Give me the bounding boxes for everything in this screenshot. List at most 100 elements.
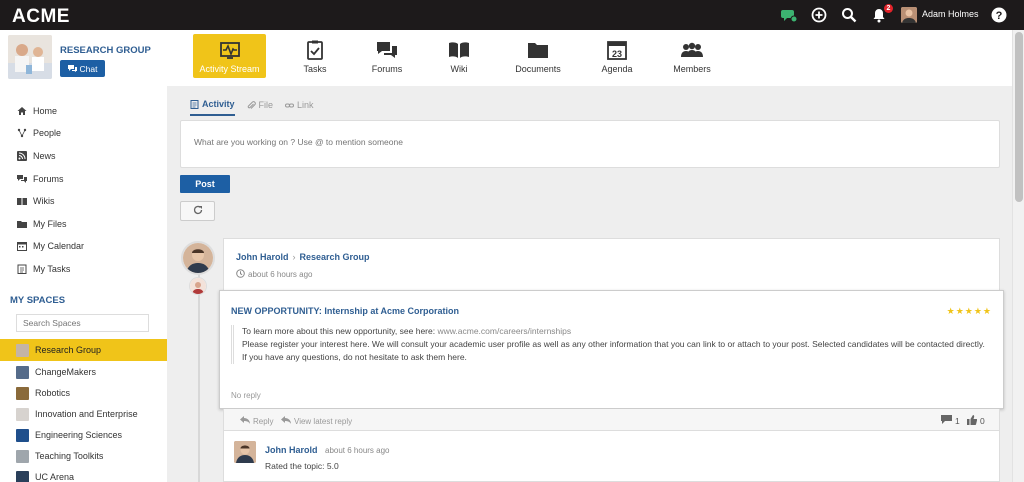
tab-tasks[interactable]: Tasks (295, 34, 335, 78)
tab-label: Agenda (601, 64, 633, 74)
space-item-engineering-sciences[interactable]: Engineering Sciences (0, 424, 167, 446)
tab-label: Tasks (303, 64, 327, 74)
home-icon (17, 106, 27, 116)
topic-title[interactable]: NEW OPPORTUNITY: Internship at Acme Corp… (231, 306, 459, 316)
tab-documents[interactable]: Documents (510, 34, 566, 78)
tab-agenda[interactable]: 23 Agenda (596, 34, 638, 78)
rating-user-avatar[interactable] (189, 277, 207, 295)
document-icon (190, 99, 199, 109)
scrollbar-thumb[interactable] (1015, 32, 1023, 202)
sidebar-item-my-calendar[interactable]: My Calendar (17, 239, 84, 253)
sidebar-item-label: People (33, 128, 62, 138)
space-item-uc-arena[interactable]: UC Arena (0, 466, 167, 482)
topic-line-2: Please register your interest here. We w… (242, 339, 985, 349)
agenda-icon: 23 (606, 39, 628, 61)
space-thumbnail (16, 407, 29, 421)
sidebar-item-label: My Calendar (33, 241, 85, 251)
space-name[interactable]: RESEARCH GROUP (60, 45, 151, 56)
chat-button[interactable]: Chat (60, 60, 105, 77)
brand-logo[interactable]: ACME (12, 6, 70, 28)
sidebar-item-people[interactable]: People (17, 126, 61, 140)
sidebar-item-home[interactable]: Home (17, 104, 57, 118)
space-item-label: Research Group (35, 345, 102, 355)
chat-status-icon[interactable] (781, 7, 798, 23)
comment-author-avatar[interactable] (234, 441, 256, 463)
forum-topic-card[interactable]: NEW OPPORTUNITY: Internship at Acme Corp… (219, 290, 1004, 409)
search-spaces-input[interactable] (16, 314, 149, 332)
activity-author-link[interactable]: John Harold (236, 252, 289, 262)
space-item-innovation-and-enterprise[interactable]: Innovation and Enterprise (0, 403, 167, 425)
topic-line-3: If you have any questions, do not hesita… (242, 352, 467, 362)
paperclip-icon (247, 100, 256, 110)
tab-forums[interactable]: Forums (367, 34, 407, 78)
space-thumbnail (16, 343, 29, 357)
activity-composer-input[interactable] (181, 121, 999, 163)
user-name[interactable]: Adam Holmes (922, 9, 979, 19)
space-item-label: Engineering Sciences (35, 430, 123, 440)
composer-tab-link[interactable]: Link (285, 99, 314, 116)
link-icon (285, 101, 295, 110)
members-icon (681, 39, 703, 61)
search-icon[interactable] (841, 7, 857, 23)
space-logo[interactable] (8, 35, 52, 79)
activity-time-text: about 6 hours ago (248, 270, 313, 279)
author-avatar[interactable] (181, 241, 215, 275)
activity-header: John Harold › Research Group (236, 252, 370, 262)
add-icon[interactable] (811, 7, 827, 23)
help-icon[interactable]: ? (991, 7, 1007, 23)
user-avatar[interactable] (901, 7, 917, 23)
sidebar-item-forums[interactable]: Forums (17, 172, 64, 186)
calendar-icon (17, 241, 27, 251)
comment-author-link[interactable]: John Harold (265, 445, 318, 455)
comment-count-button[interactable]: 1 (941, 415, 960, 426)
activity-card: John Harold › Research Group about 6 hou… (223, 238, 1000, 292)
no-reply-text: No reply (231, 391, 261, 400)
like-button[interactable]: 0 (967, 415, 985, 427)
space-item-teaching-toolkits[interactable]: Teaching Toolkits (0, 445, 167, 467)
sidebar-item-label: Forums (33, 174, 64, 184)
composer-tab-activity[interactable]: Activity (190, 99, 235, 116)
composer-tab-label: File (258, 100, 274, 110)
tab-label: Forums (371, 64, 403, 74)
composer-tab-file[interactable]: File (247, 99, 274, 116)
composer-tab-label: Activity (202, 99, 235, 109)
space-item-changemakers[interactable]: ChangeMakers (0, 361, 167, 383)
sidebar-item-my-tasks[interactable]: My Tasks (17, 262, 70, 276)
space-item-label: Teaching Toolkits (35, 451, 104, 461)
page-scrollbar[interactable] (1012, 30, 1024, 482)
post-button[interactable]: Post (180, 175, 230, 193)
space-item-label: Innovation and Enterprise (35, 409, 138, 419)
tab-activity-stream[interactable]: Activity Stream (193, 34, 266, 78)
chat-button-label: Chat (79, 63, 98, 74)
top-bar: ACME 2 Adam Holmes ? (0, 0, 1024, 30)
comment-icon (941, 415, 952, 426)
reply-button[interactable]: Reply (240, 416, 273, 426)
topic-body: To learn more about this new opportunity… (231, 325, 991, 364)
composer-tabs: Activity File Link (190, 99, 314, 116)
activity-actions-bar: Reply View latest reply 1 0 (223, 409, 1000, 431)
space-thumbnail (16, 470, 29, 482)
tab-wiki[interactable]: Wiki (442, 34, 476, 78)
activity-space-link[interactable]: Research Group (300, 252, 370, 262)
forums-icon (376, 39, 398, 61)
files-icon (17, 219, 27, 229)
refresh-button[interactable] (180, 201, 215, 221)
sidebar-item-my-files[interactable]: My Files (17, 217, 67, 231)
clock-icon (236, 269, 245, 280)
comment-count: 1 (955, 415, 960, 426)
activity-stream-icon (219, 39, 241, 61)
sidebar-item-news[interactable]: News (17, 149, 56, 163)
space-item-robotics[interactable]: Robotics (0, 382, 167, 404)
sidebar-item-wikis[interactable]: Wikis (17, 194, 55, 208)
reply-arrow-icon (281, 416, 291, 426)
rss-icon (17, 151, 27, 161)
my-spaces-heading: MY SPACES (10, 295, 66, 306)
careers-link[interactable]: www.acme.com/careers/internships (437, 326, 571, 336)
space-item-research-group[interactable]: Research Group (0, 339, 167, 361)
people-icon (17, 128, 27, 138)
view-latest-reply-button[interactable]: View latest reply (281, 416, 352, 426)
breadcrumb-separator: › (292, 252, 296, 262)
sidebar-item-label: Home (33, 106, 58, 116)
activity-timestamp: about 6 hours ago (236, 269, 313, 280)
tab-members[interactable]: Members (670, 34, 714, 78)
